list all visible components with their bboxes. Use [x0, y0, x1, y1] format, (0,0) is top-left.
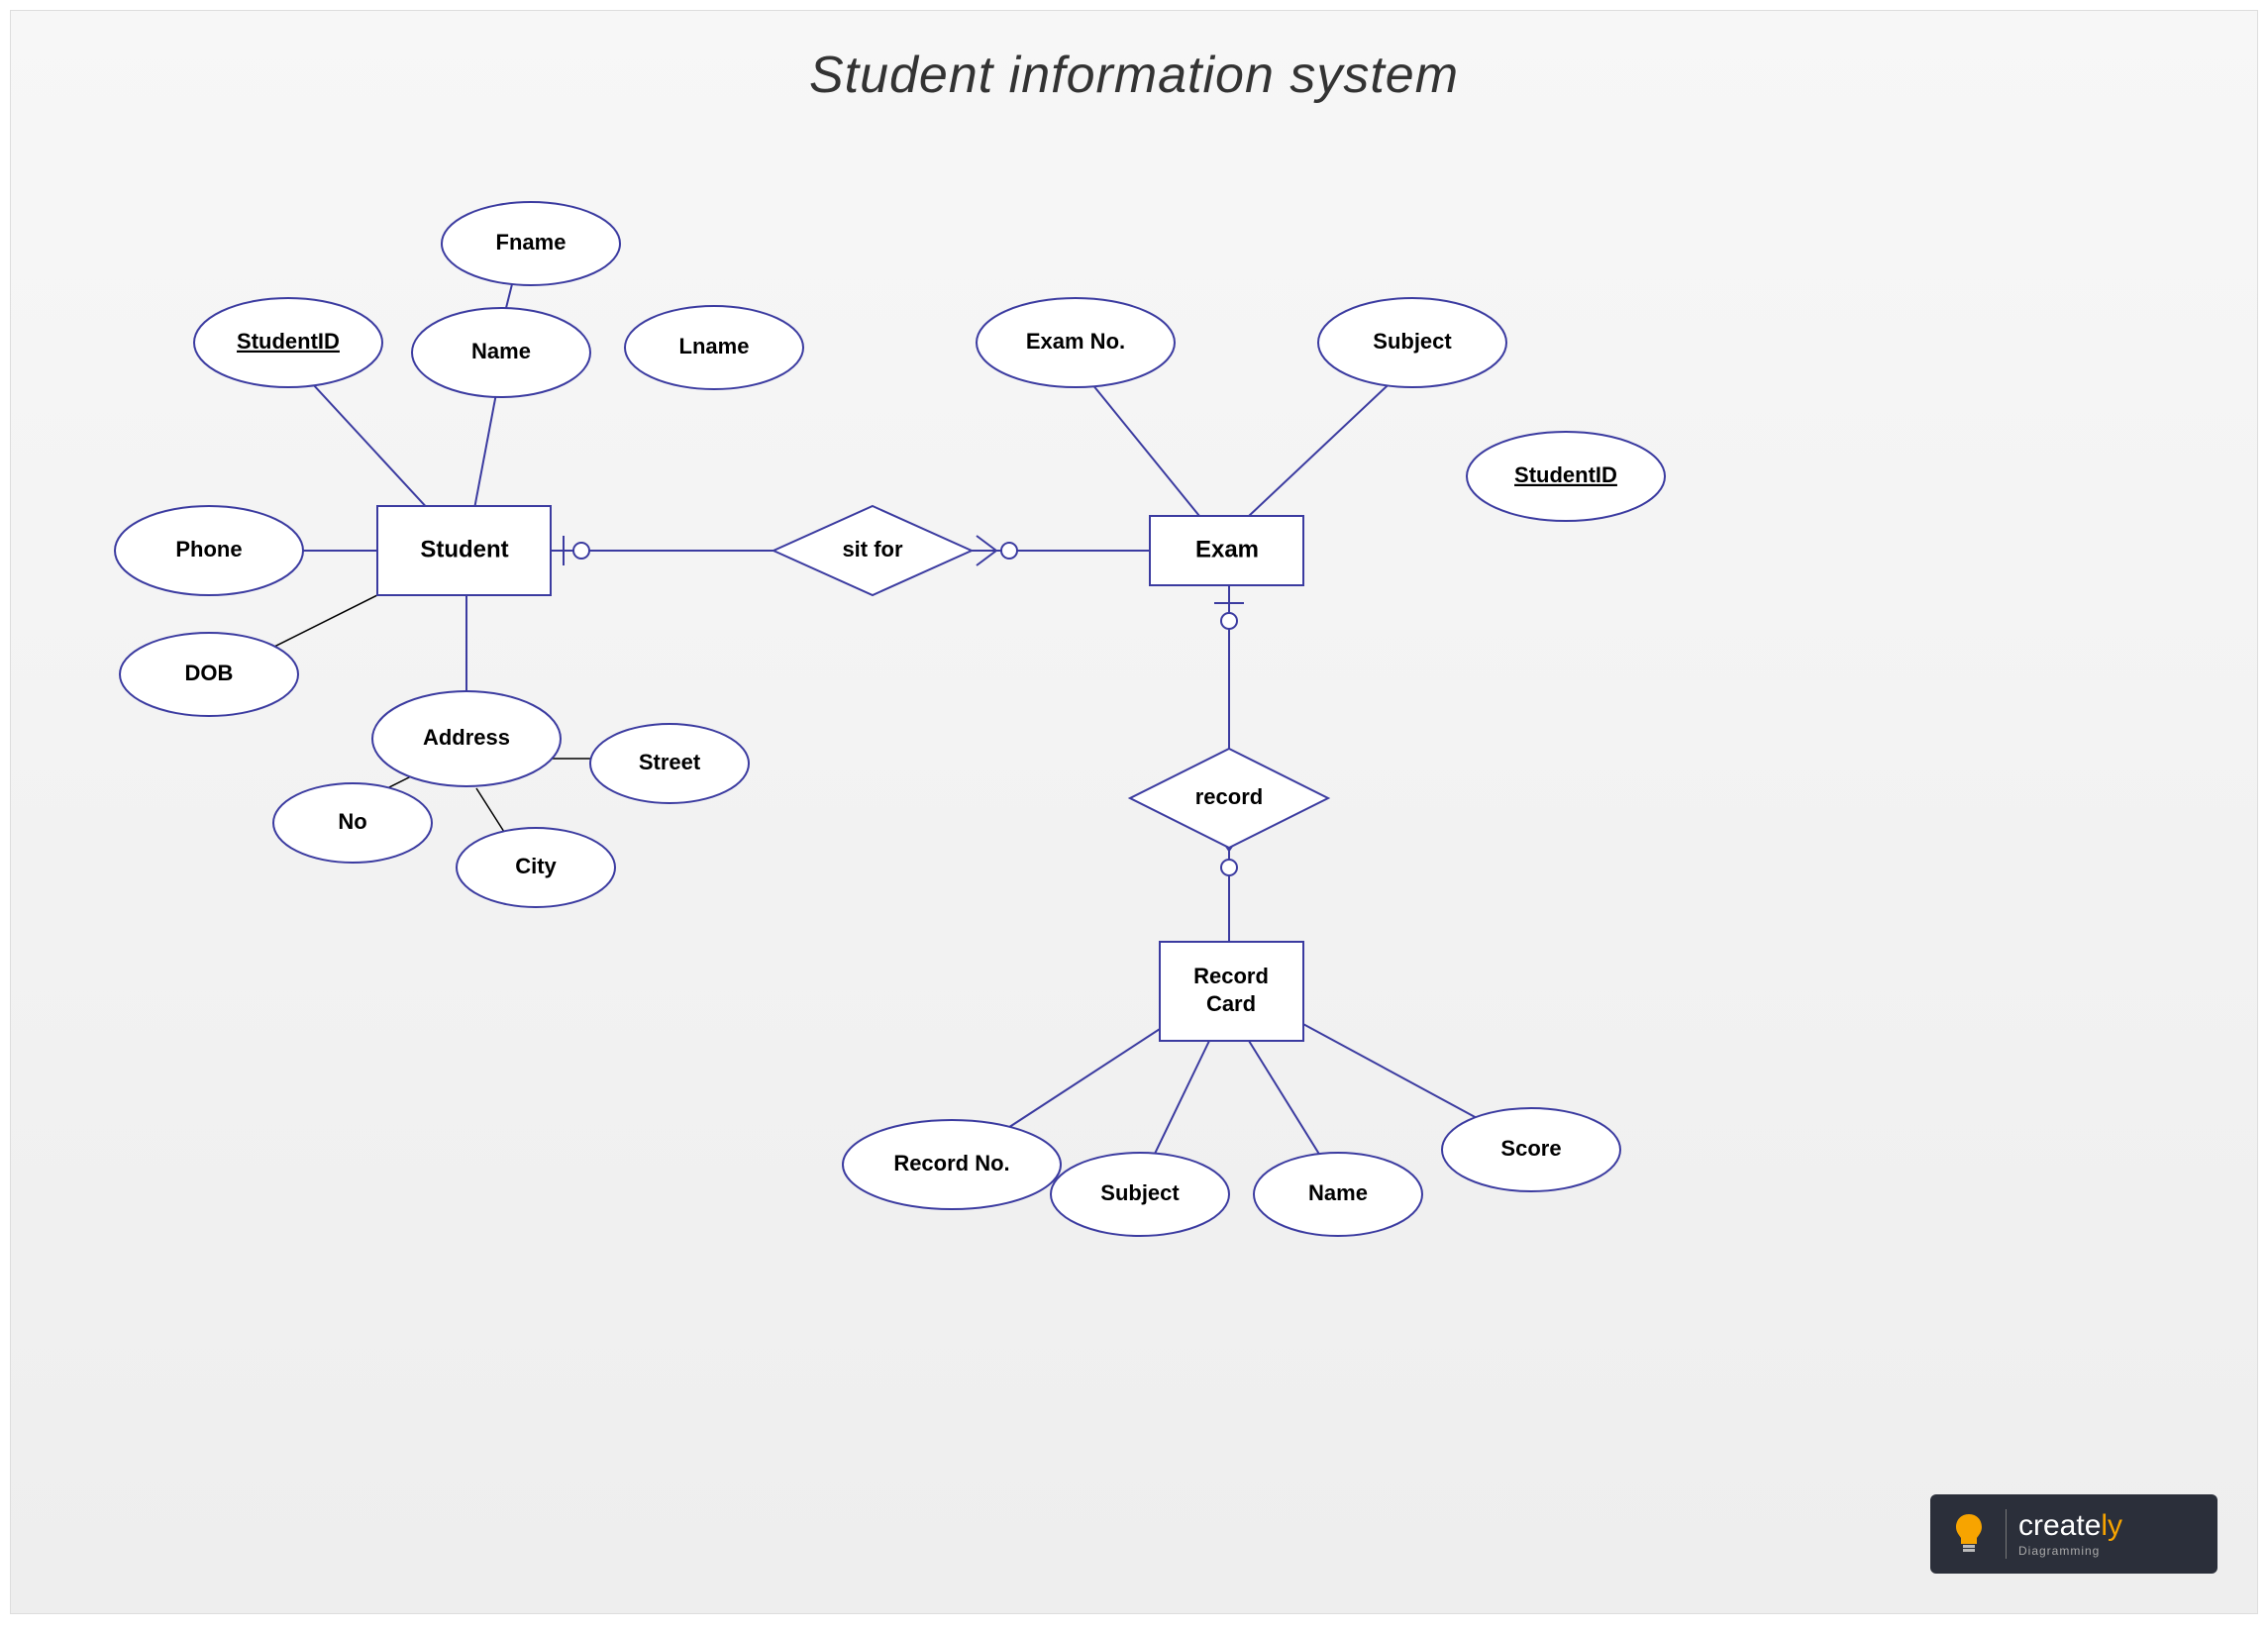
attr-name: Name	[412, 308, 590, 397]
attr-phone: Phone	[115, 506, 303, 595]
entity-record-card: Record Card	[1160, 942, 1303, 1041]
entity-exam-label: Exam	[1195, 536, 1259, 562]
svg-text:Lname: Lname	[679, 334, 750, 358]
svg-text:Address: Address	[423, 725, 510, 750]
svg-text:StudentID: StudentID	[237, 329, 340, 354]
diagram-canvas: Student information system	[10, 10, 2258, 1614]
svg-text:StudentID: StudentID	[1514, 462, 1617, 487]
entity-exam: Exam	[1150, 516, 1303, 585]
relationship-record: record	[1130, 749, 1328, 848]
attr-lname: Lname	[625, 306, 803, 389]
relationship-record-label: record	[1195, 784, 1263, 809]
logo-divider	[2006, 1509, 2007, 1559]
svg-text:Name: Name	[1308, 1180, 1368, 1205]
er-diagram: Student Exam Record Card sit for record …	[11, 11, 2259, 1615]
attr-exam-no: Exam No.	[977, 298, 1175, 387]
attr-address: Address	[372, 691, 561, 786]
svg-text:Record No.: Record No.	[893, 1151, 1009, 1175]
svg-text:Street: Street	[639, 750, 701, 774]
entity-student: Student	[377, 506, 551, 595]
svg-text:Subject: Subject	[1100, 1180, 1180, 1205]
attr-name-rec: Name	[1254, 1153, 1422, 1236]
attr-subject-exam: Subject	[1318, 298, 1506, 387]
svg-text:DOB: DOB	[185, 661, 234, 685]
svg-text:Phone: Phone	[175, 537, 242, 562]
logo-tagline: Diagramming	[2018, 1545, 2122, 1557]
svg-text:No: No	[338, 809, 366, 834]
entity-student-label: Student	[420, 536, 508, 562]
logo-text: creately Diagramming	[2018, 1511, 2122, 1557]
relationship-sitfor: sit for	[773, 506, 972, 595]
lightbulb-icon	[1944, 1509, 1994, 1559]
logo-name: create	[2018, 1509, 2101, 1542]
logo-accent: ly	[2101, 1509, 2122, 1542]
attr-fname: Fname	[442, 202, 620, 285]
creately-logo: creately Diagramming	[1930, 1494, 2217, 1574]
attr-studentid: StudentID	[194, 298, 382, 387]
attr-no: No	[273, 783, 432, 863]
attr-city: City	[457, 828, 615, 907]
attr-subject-rec: Subject	[1051, 1153, 1229, 1236]
attr-studentid-exam: StudentID	[1467, 432, 1665, 521]
cardinality-marks	[564, 536, 1244, 875]
svg-text:Fname: Fname	[496, 230, 567, 255]
attr-dob: DOB	[120, 633, 298, 716]
attr-record-no: Record No.	[843, 1120, 1061, 1209]
svg-text:Subject: Subject	[1373, 329, 1452, 354]
svg-text:Score: Score	[1500, 1136, 1561, 1161]
attr-street: Street	[590, 724, 749, 803]
entity-record-card-l2: Card	[1206, 991, 1256, 1016]
svg-text:Exam No.: Exam No.	[1026, 329, 1125, 354]
attr-score: Score	[1442, 1108, 1620, 1191]
relationship-sitfor-label: sit for	[842, 537, 903, 562]
svg-text:Name: Name	[471, 339, 531, 363]
svg-text:City: City	[515, 854, 557, 878]
entity-record-card-l1: Record	[1193, 964, 1269, 988]
